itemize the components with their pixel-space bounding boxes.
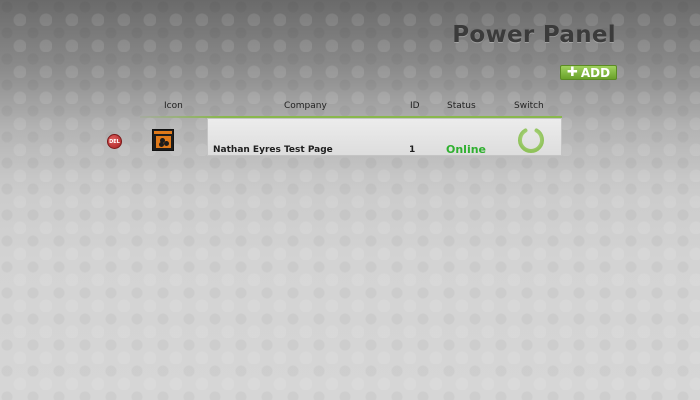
company-logo-icon	[152, 129, 174, 151]
add-button[interactable]: ✚ ADD	[560, 65, 617, 80]
column-header-status: Status	[447, 101, 476, 111]
column-header-id: ID	[410, 101, 420, 111]
company-name[interactable]: Nathan Eyres Test Page	[213, 145, 333, 155]
column-header-company: Company	[284, 101, 327, 111]
table-header: Icon Company ID Status Switch	[140, 101, 562, 117]
page-title: Power Panel	[452, 22, 616, 48]
power-icon[interactable]	[515, 122, 547, 154]
column-header-switch: Switch	[514, 101, 544, 111]
add-button-label: ADD	[580, 65, 611, 80]
row-id: 1	[409, 145, 416, 155]
plus-icon: ✚	[566, 65, 578, 80]
column-header-icon: Icon	[164, 101, 183, 111]
delete-button-label: DEL	[109, 138, 120, 145]
status-badge: Online	[446, 143, 487, 156]
delete-button[interactable]: DEL	[107, 134, 122, 149]
